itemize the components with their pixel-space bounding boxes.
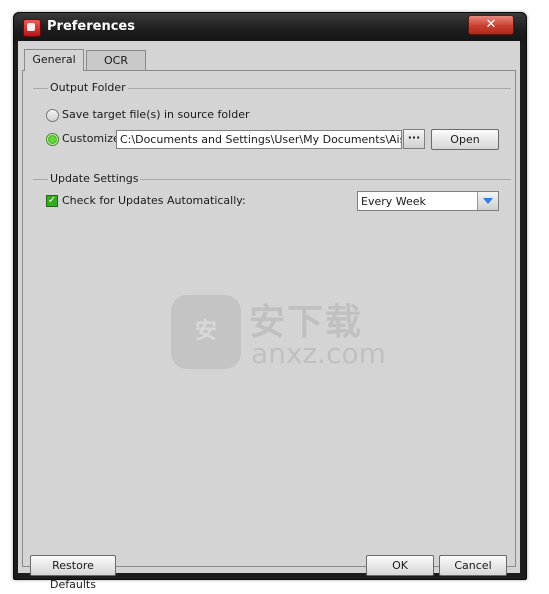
ok-button[interactable]: OK: [366, 555, 434, 576]
tab-ocr[interactable]: OCR: [86, 50, 146, 70]
preferences-window: Preferences ✕ General OCR Output Folder …: [13, 12, 527, 591]
dialog-body: General OCR Output Folder Save target fi…: [18, 41, 520, 591]
check-updates-label[interactable]: Check for Updates Automatically:: [62, 194, 246, 207]
update-frequency-value: Every Week: [361, 195, 426, 208]
title-bar[interactable]: Preferences ✕: [14, 13, 526, 41]
browse-button[interactable]: ···: [403, 129, 425, 149]
shield-icon: [171, 295, 241, 369]
check-updates-checkbox[interactable]: ✓: [46, 195, 58, 207]
window-title: Preferences: [47, 19, 135, 34]
radio-source-folder[interactable]: [46, 109, 59, 122]
open-button[interactable]: Open: [431, 129, 499, 150]
general-tab-panel: Output Folder Save target file(s) in sou…: [22, 70, 516, 567]
close-button[interactable]: ✕: [468, 15, 514, 35]
customize-label[interactable]: Customize:: [62, 132, 123, 145]
watermark-domain-text: anxz.com: [251, 337, 386, 370]
cancel-button[interactable]: Cancel: [439, 555, 507, 576]
update-settings-heading: Update Settings: [48, 172, 141, 185]
output-folder-heading: Output Folder: [48, 81, 128, 94]
tab-general[interactable]: General: [24, 49, 84, 71]
radio-customize[interactable]: [46, 133, 59, 146]
update-frequency-select[interactable]: Every Week: [357, 191, 499, 211]
chevron-down-icon[interactable]: [477, 192, 498, 210]
source-folder-label[interactable]: Save target file(s) in source folder: [62, 108, 249, 121]
app-icon: [23, 19, 41, 37]
watermark: 安下载 anxz.com: [171, 293, 401, 371]
output-path-field[interactable]: C:\Documents and Settings\User\My Docume…: [116, 130, 402, 149]
restore-defaults-button[interactable]: Restore Defaults: [30, 555, 116, 591]
